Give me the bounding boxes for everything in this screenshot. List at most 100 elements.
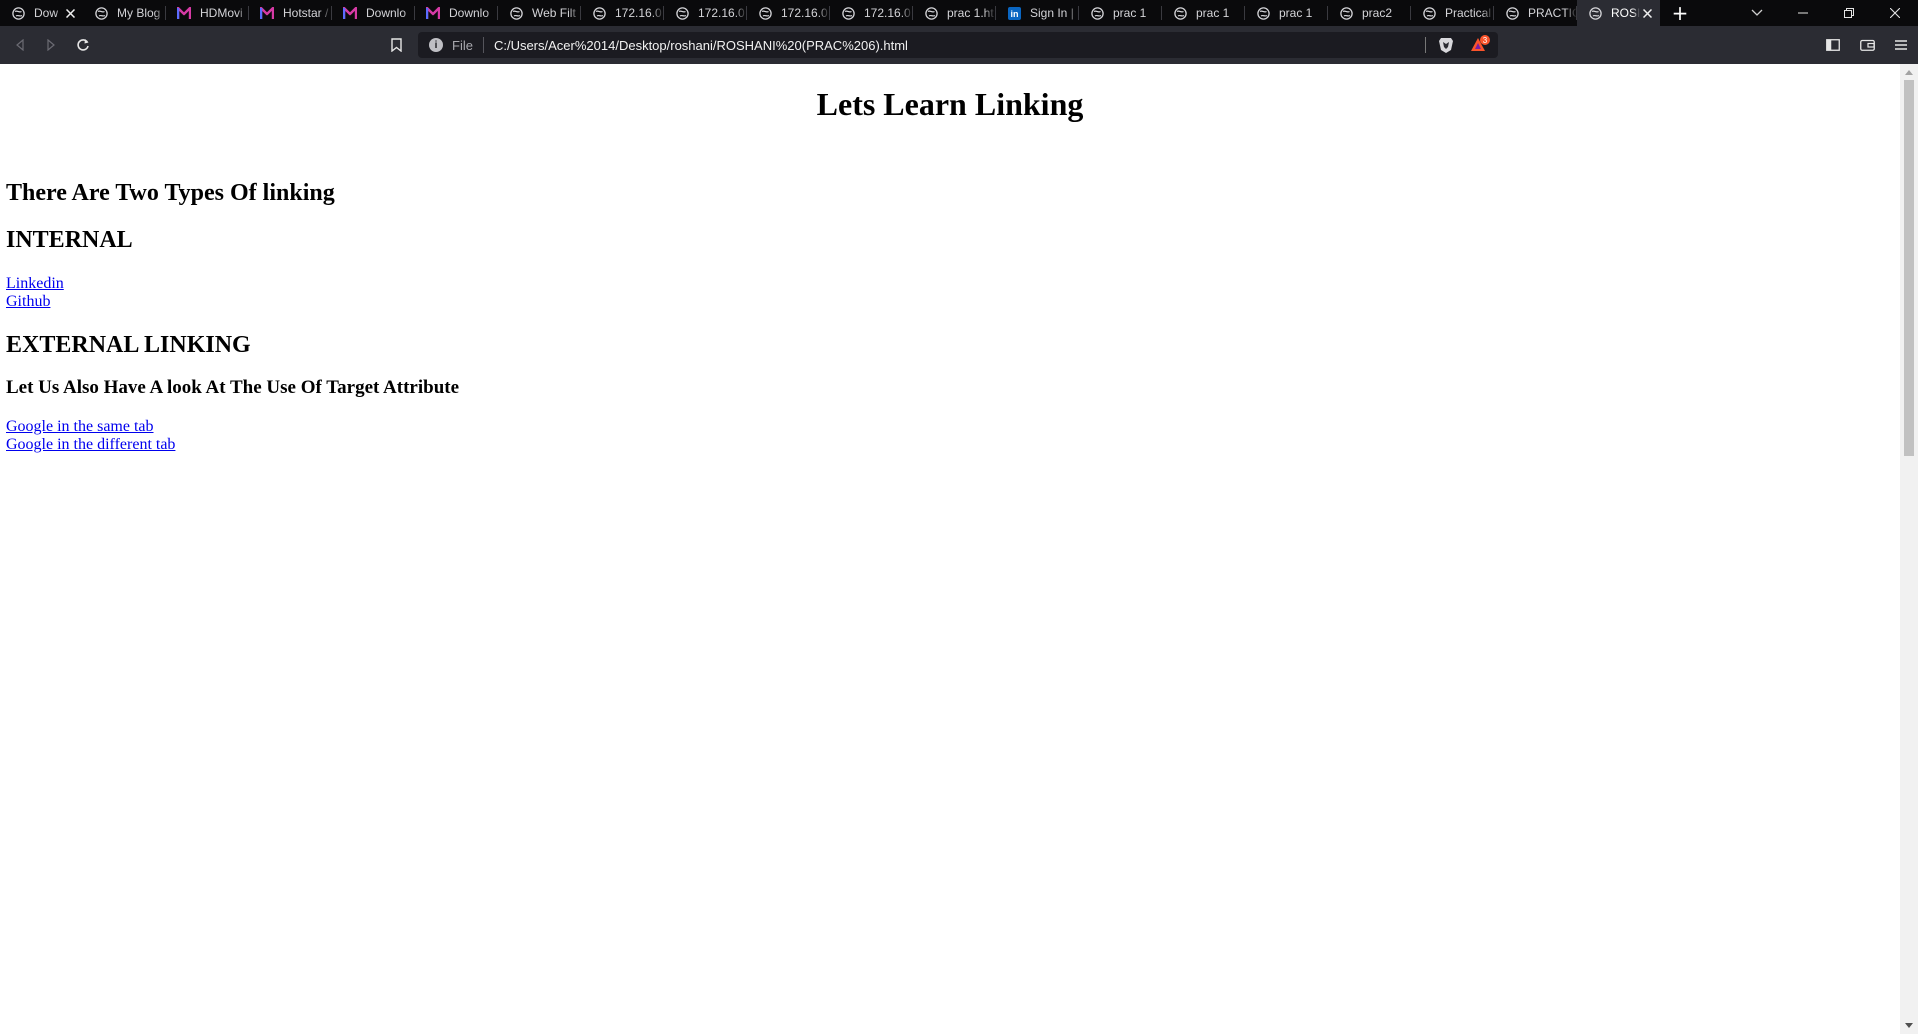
- tab-title: Downlo: [449, 6, 490, 20]
- url-text[interactable]: C:/Users/Acer%2014/Desktop/roshani/ROSHA…: [494, 38, 908, 53]
- url-scheme-label: File: [452, 37, 473, 53]
- tab-3[interactable]: HDMovi: [166, 0, 249, 26]
- tab-title: Dow: [34, 6, 59, 20]
- tab-title: 172.16.0: [781, 6, 828, 20]
- tab-title: prac 1: [1113, 6, 1147, 20]
- tab-20[interactable]: ROSI: [1577, 0, 1660, 26]
- tab-title: My Blog: [117, 6, 161, 20]
- close-window-button[interactable]: [1872, 0, 1918, 26]
- tab-title: 172.16.0: [698, 6, 745, 20]
- globe-icon: [675, 6, 689, 20]
- rewards-badge-count: 3: [1483, 36, 1488, 45]
- new-tab-button[interactable]: +: [1660, 0, 1700, 26]
- globe-icon: [94, 6, 108, 20]
- address-bar[interactable]: i File C:/Users/Acer%2014/Desktop/roshan…: [418, 32, 1498, 58]
- address-divider: [1425, 37, 1426, 53]
- tab-11[interactable]: 172.16.0: [830, 0, 913, 26]
- tab-9[interactable]: 172.16.0: [664, 0, 747, 26]
- scroll-up-arrow-icon[interactable]: [1905, 70, 1913, 75]
- types-heading: There Are Two Types Of linking: [6, 180, 335, 206]
- tab-list: Dow My Blog HDMovi Hotstar / Downlo Downlo Web…: [0, 0, 1660, 26]
- bookmark-button[interactable]: [386, 26, 406, 64]
- close-tab-icon[interactable]: [63, 6, 77, 21]
- target-attribute-heading: Let Us Also Have A look At The Use Of Ta…: [6, 377, 460, 398]
- wallet-icon[interactable]: [1850, 26, 1884, 64]
- tab-12[interactable]: prac 1.ht: [913, 0, 996, 26]
- linkedin-link[interactable]: Linkedin: [6, 275, 64, 293]
- tab-title: Downlo: [366, 6, 407, 20]
- globe-icon: [1588, 6, 1602, 20]
- globe-icon: [1256, 6, 1270, 20]
- menu-icon[interactable]: [1884, 26, 1918, 64]
- tab-title: 172.16.0: [615, 6, 662, 20]
- tab-8[interactable]: 172.16.0: [581, 0, 664, 26]
- url-separator: [482, 37, 484, 53]
- tab-title: Web Filt: [532, 6, 576, 20]
- m-logo-icon: [260, 6, 274, 20]
- globe-icon: [1090, 6, 1104, 20]
- external-heading: EXTERNAL LINKING: [6, 332, 251, 358]
- toolbar-right: [1816, 26, 1918, 64]
- tab-1[interactable]: Dow: [0, 0, 83, 26]
- globe-icon: [1422, 6, 1436, 20]
- tab-title: 172.16.0: [864, 6, 911, 20]
- tab-title: prac2: [1362, 6, 1393, 20]
- tab-search-chevron-icon[interactable]: [1734, 0, 1780, 26]
- tab-title: PRACTIC: [1528, 6, 1577, 20]
- google-same-tab-link[interactable]: Google in the same tab: [6, 418, 154, 436]
- globe-icon: [1505, 6, 1519, 20]
- sidebar-icon[interactable]: [1816, 26, 1850, 64]
- browser-toolbar: i File C:/Users/Acer%2014/Desktop/roshan…: [0, 26, 1918, 64]
- globe-icon: [11, 6, 25, 20]
- tab-18[interactable]: Practical: [1411, 0, 1494, 26]
- page-viewport: Lets Learn Linking There Are Two Types O…: [0, 64, 1900, 1034]
- restore-button[interactable]: [1826, 0, 1872, 26]
- tab-title: Hotstar /: [283, 6, 329, 20]
- tab-17[interactable]: prac2: [1328, 0, 1411, 26]
- internal-heading: INTERNAL: [6, 227, 133, 253]
- tab-13[interactable]: in Sign In |: [996, 0, 1079, 26]
- m-logo-icon: [177, 6, 191, 20]
- globe-icon: [841, 6, 855, 20]
- forward-button[interactable]: [38, 26, 64, 64]
- svg-text:in: in: [1010, 9, 1018, 19]
- tab-strip: Dow My Blog HDMovi Hotstar / Downlo Downlo Web…: [0, 0, 1918, 26]
- close-tab-icon[interactable]: [1640, 6, 1654, 21]
- reload-button[interactable]: [70, 26, 96, 64]
- tab-5[interactable]: Downlo: [332, 0, 415, 26]
- tab-2[interactable]: My Blog: [83, 0, 166, 26]
- tab-title: Practical: [1445, 6, 1492, 20]
- tab-title: prac 1: [1196, 6, 1230, 20]
- scroll-down-arrow-icon[interactable]: [1905, 1023, 1913, 1028]
- scrollbar-thumb[interactable]: [1904, 80, 1914, 456]
- tab-title: HDMovi: [200, 6, 243, 20]
- tab-10[interactable]: 172.16.0: [747, 0, 830, 26]
- brave-shields-icon[interactable]: [1437, 36, 1455, 54]
- m-logo-icon: [426, 6, 440, 20]
- page-title: Lets Learn Linking: [816, 86, 1084, 122]
- github-link[interactable]: Github: [6, 293, 50, 311]
- tab-16[interactable]: prac 1: [1245, 0, 1328, 26]
- tab-title: Sign In |: [1030, 6, 1074, 20]
- tab-19[interactable]: PRACTIC: [1494, 0, 1577, 26]
- window-controls: [1780, 0, 1918, 26]
- minimize-button[interactable]: [1780, 0, 1826, 26]
- globe-icon: [592, 6, 606, 20]
- brave-rewards-icon[interactable]: 3: [1469, 35, 1491, 55]
- globe-icon: [758, 6, 772, 20]
- tab-7[interactable]: Web Filt: [498, 0, 581, 26]
- back-button[interactable]: [7, 26, 33, 64]
- tab-title: prac 1.ht: [947, 6, 994, 20]
- tab-15[interactable]: prac 1: [1162, 0, 1245, 26]
- linkedin-icon: in: [1007, 6, 1021, 20]
- tab-title: prac 1: [1279, 6, 1313, 20]
- globe-icon: [1173, 6, 1187, 20]
- tab-6[interactable]: Downlo: [415, 0, 498, 26]
- vertical-scrollbar[interactable]: [1900, 64, 1918, 1034]
- info-icon[interactable]: i: [429, 38, 443, 52]
- google-different-tab-link[interactable]: Google in the different tab: [6, 436, 175, 454]
- tab-4[interactable]: Hotstar /: [249, 0, 332, 26]
- tab-14[interactable]: prac 1: [1079, 0, 1162, 26]
- globe-icon: [509, 6, 523, 20]
- globe-icon: [924, 6, 938, 20]
